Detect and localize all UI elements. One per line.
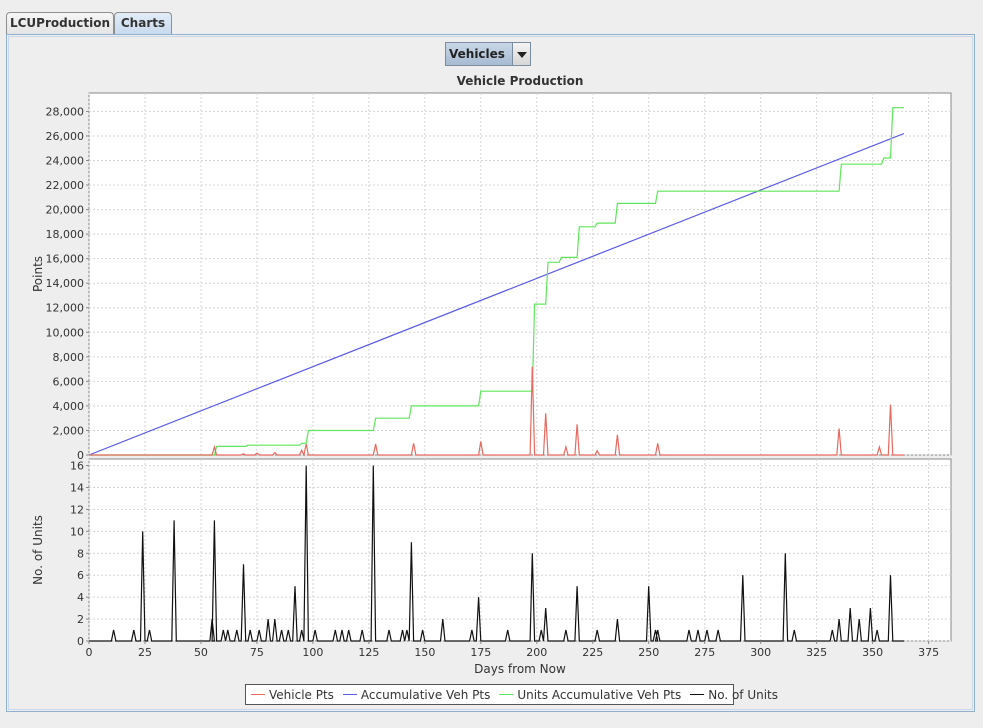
x-tick-label: 325 <box>806 646 827 659</box>
y-tick-label: 16 <box>70 460 84 473</box>
y-tick-label: 8 <box>77 547 84 560</box>
y-tick-label: 26,000 <box>46 130 85 143</box>
y-tick-label: 4 <box>77 591 84 604</box>
legend-label: Accumulative Veh Pts <box>360 687 491 702</box>
y-tick-label: 8,000 <box>53 351 85 364</box>
legend-item: No. of Units <box>690 688 778 702</box>
y-tick-label: 28,000 <box>46 105 85 118</box>
y-axis-label: No. of Units <box>31 515 45 585</box>
legend-label: Units Accumulative Veh Pts <box>517 687 682 702</box>
y-tick-label: 4,000 <box>53 400 85 413</box>
legend-item: Vehicle Pts <box>251 688 334 702</box>
plot-area-1 <box>88 458 952 642</box>
x-tick-label: 125 <box>358 646 379 659</box>
legend-swatch <box>251 694 265 695</box>
legend-item: Units Accumulative Veh Pts <box>499 688 681 702</box>
legend-swatch <box>690 694 705 695</box>
legend-swatch <box>342 694 357 695</box>
x-tick-label: 100 <box>302 646 323 659</box>
x-tick-label: 175 <box>470 646 491 659</box>
plot-area-0 <box>88 92 952 456</box>
x-tick-label: 275 <box>694 646 715 659</box>
vehicle-production-chart: Vehicle Production 0 2,000 4,000 6,000 8,000 1… <box>31 74 952 676</box>
y-tick-label: 14,000 <box>46 277 85 290</box>
y-tick-label: 12,000 <box>46 302 85 315</box>
x-tick-label: 300 <box>750 646 771 659</box>
x-tick-label: 25 <box>138 646 152 659</box>
y-axis-label: Points <box>31 256 45 292</box>
x-tick-label: 200 <box>526 646 547 659</box>
legend-label: No. of Units <box>708 687 779 702</box>
x-tick-label: 225 <box>582 646 603 659</box>
x-tick-label: 50 <box>194 646 208 659</box>
chart-title: Vehicle Production <box>457 74 584 88</box>
x-tick-label: 250 <box>638 646 659 659</box>
legend-label: Vehicle Pts <box>269 687 334 702</box>
y-tick-label: 18,000 <box>46 228 85 241</box>
y-tick-label: 6 <box>77 569 84 582</box>
y-tick-label: 16,000 <box>46 253 85 266</box>
y-tick-label: 0 <box>77 635 84 648</box>
x-tick-label: 375 <box>918 646 939 659</box>
legend-swatch <box>499 694 514 695</box>
x-tick-label: 150 <box>414 646 435 659</box>
x-tick-label: 0 <box>86 646 93 659</box>
chart-legend: Vehicle Pts Accumulative Veh Pts Units Acc… <box>245 684 778 705</box>
y-tick-label: 6,000 <box>53 375 85 388</box>
y-tick-label: 24,000 <box>46 154 85 167</box>
y-tick-label: 2,000 <box>53 424 85 437</box>
x-tick-label: 75 <box>250 646 264 659</box>
y-tick-label: 10 <box>70 525 84 538</box>
y-tick-label: 12 <box>70 503 84 516</box>
y-tick-label: 2 <box>77 613 84 626</box>
x-axis-label: Days from Now <box>474 662 566 676</box>
y-tick-label: 10,000 <box>46 326 85 339</box>
y-tick-label: 14 <box>70 482 84 495</box>
y-tick-label: 20,000 <box>46 204 85 217</box>
x-tick-label: 350 <box>862 646 883 659</box>
y-tick-label: 22,000 <box>46 179 85 192</box>
legend-item: Accumulative Veh Pts <box>342 687 491 702</box>
